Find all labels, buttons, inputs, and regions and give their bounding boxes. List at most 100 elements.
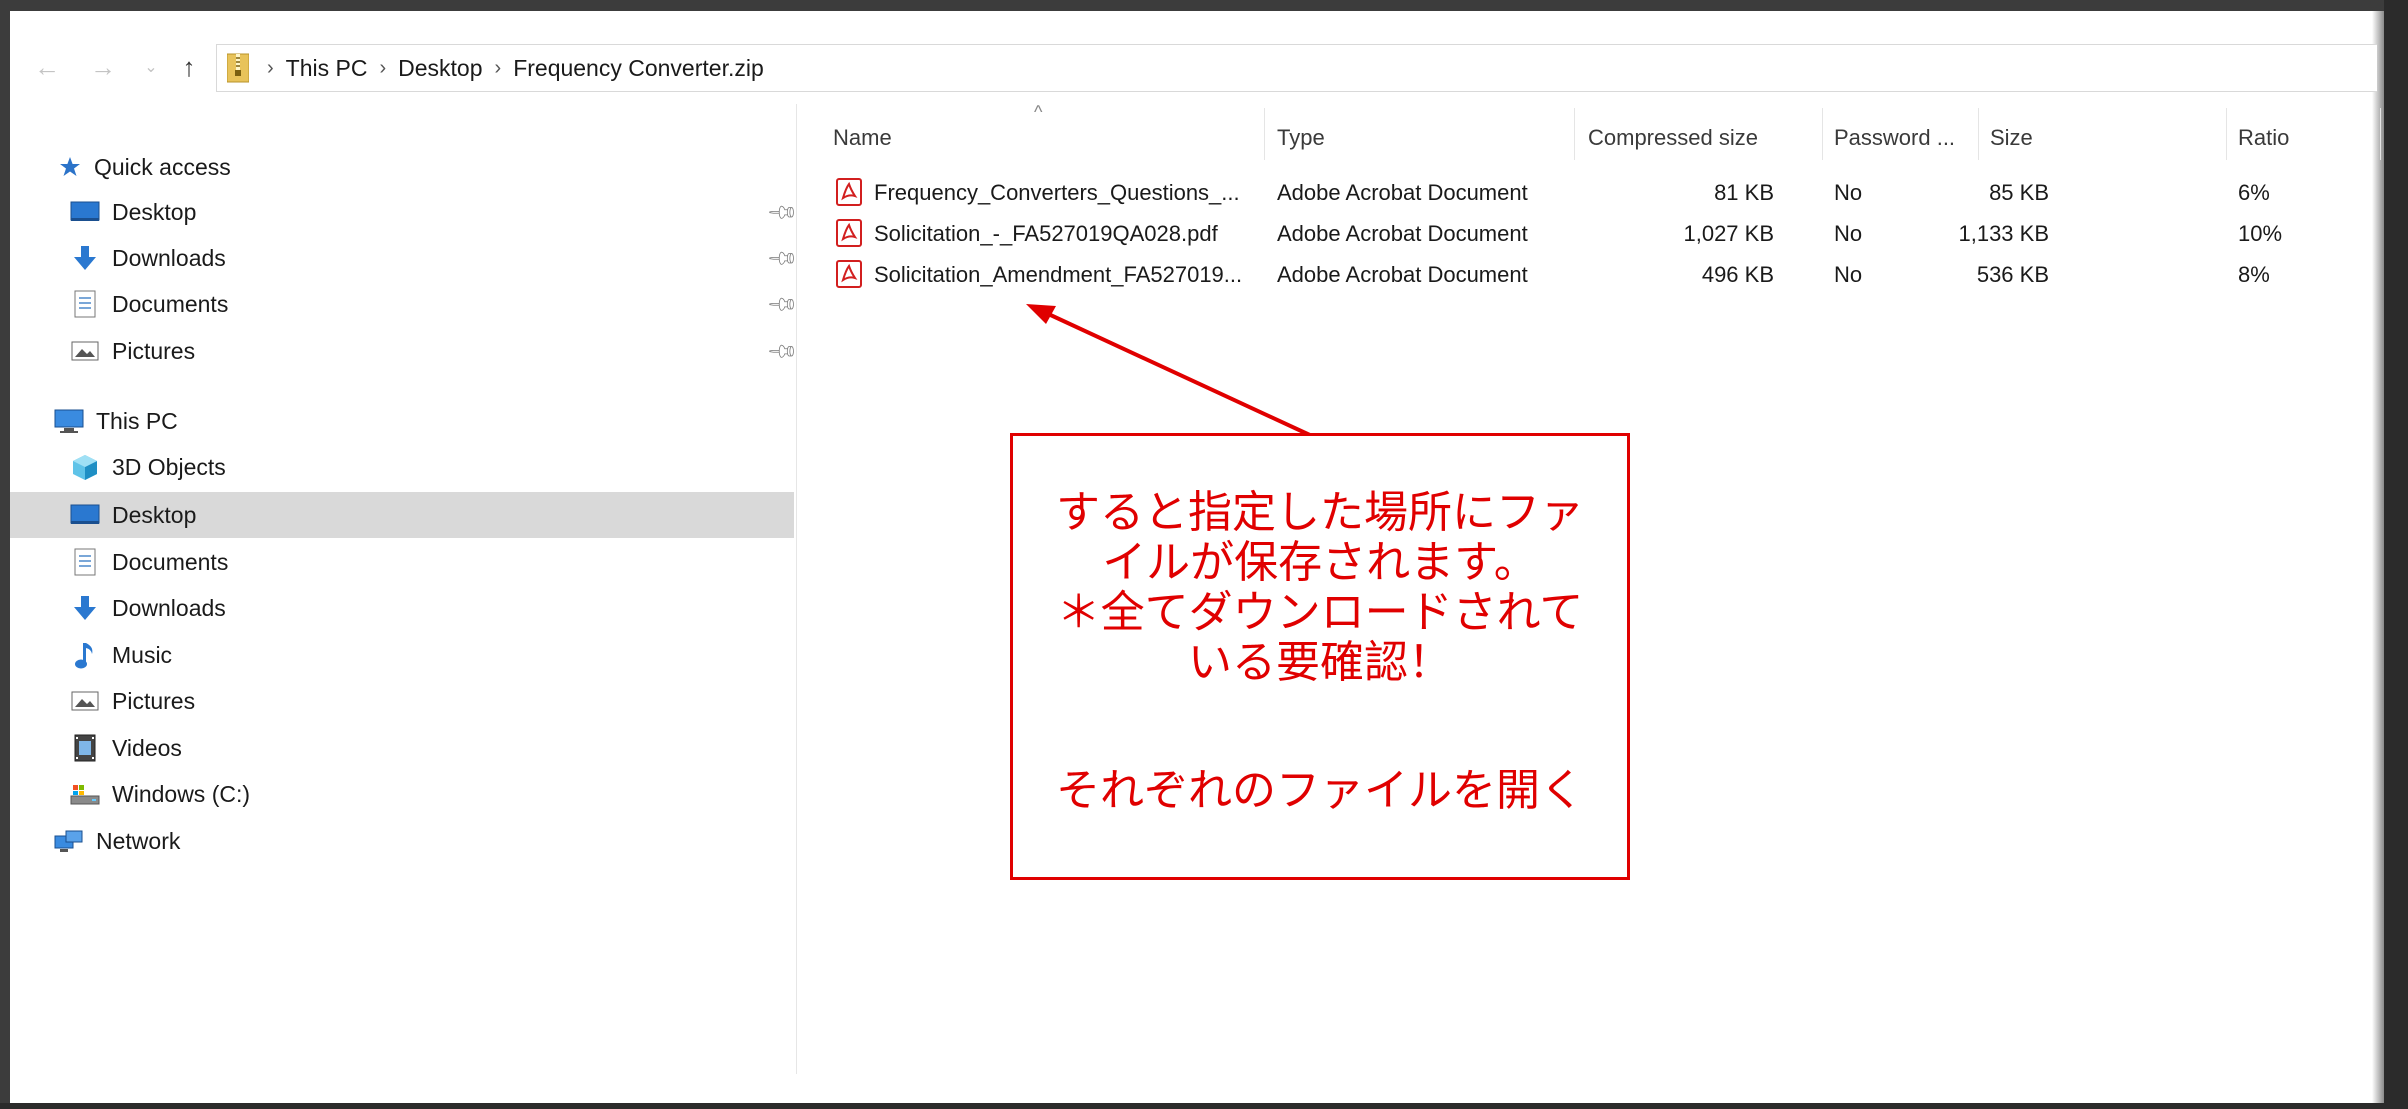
sidebar-item-quick-desktop[interactable]: Desktop	[70, 191, 196, 233]
annotation-line: いる要確認！	[1188, 637, 1452, 688]
download-icon	[70, 243, 100, 273]
window-frame-left	[0, 0, 10, 1109]
column-header-name[interactable]: Name	[833, 118, 892, 158]
sidebar-item-label: This PC	[96, 407, 178, 434]
sidebar-item-label: Desktop	[112, 501, 197, 528]
file-name: Solicitation_-_FA527019QA028.pdf	[874, 221, 1218, 246]
window-frame-bottom	[0, 1103, 2408, 1109]
download-icon	[70, 593, 100, 623]
column-header-password[interactable]: Password ...	[1834, 118, 1955, 158]
column-separator[interactable]	[1822, 108, 1823, 160]
annotation-line: イルが保存されます。	[1102, 537, 1538, 588]
file-password: No	[1834, 180, 1863, 205]
pdf-icon	[836, 219, 862, 247]
sidebar-item-label: Quick access	[94, 153, 231, 180]
sidebar-item-this-pc[interactable]: This PC	[54, 400, 178, 442]
navigation-pane: Quick access Desktop 📌︎ Downloads 📌︎ Doc…	[10, 140, 799, 1060]
file-row[interactable]: Solicitation_Amendment_FA527019... Adobe…	[836, 256, 2356, 292]
sidebar-item-music[interactable]: Music	[70, 634, 172, 676]
desktop-icon	[70, 500, 100, 530]
breadcrumb-desktop[interactable]: Desktop	[398, 55, 482, 82]
sidebar-item-label: Network	[96, 827, 181, 854]
sidebar-item-documents[interactable]: Documents	[70, 541, 228, 583]
address-bar[interactable]: › This PC › Desktop › Frequency Converte…	[216, 44, 2377, 92]
sidebar-item-label: Music	[112, 641, 173, 668]
documents-icon	[70, 547, 100, 577]
annotation-line: すると指定した場所にファ	[1056, 487, 1584, 538]
sidebar-item-label: Pictures	[112, 337, 196, 364]
music-note-icon	[70, 640, 100, 670]
up-arrow-icon[interactable]: ↑	[172, 50, 206, 84]
sidebar-item-videos[interactable]: Videos	[70, 727, 182, 769]
column-separator[interactable]	[1978, 108, 1979, 160]
file-compressed-size: 1,027 KB	[1683, 221, 1774, 246]
annotation-callout: すると指定した場所にファ イルが保存されます。 ＊全てダウンロードされて いる要…	[1010, 433, 1630, 880]
file-ratio: 6%	[2238, 180, 2270, 205]
computer-icon	[54, 406, 84, 436]
window-frame-top	[0, 0, 2408, 11]
documents-icon	[70, 289, 100, 319]
sidebar-item-label: Desktop	[112, 198, 197, 225]
network-icon	[54, 826, 84, 856]
pictures-icon	[70, 336, 100, 366]
file-type: Adobe Acrobat Document	[1277, 180, 1528, 205]
window-frame-shadow	[2372, 11, 2384, 1103]
file-password: No	[1834, 262, 1863, 287]
drive-icon	[70, 779, 100, 809]
file-name: Frequency_Converters_Questions_...	[874, 180, 1240, 205]
sidebar-item-label: 3D Objects	[112, 453, 226, 480]
column-separator[interactable]	[1574, 108, 1575, 160]
zip-folder-icon	[226, 52, 250, 84]
file-compressed-size: 81 KB	[1714, 180, 1774, 205]
window-frame-right	[2384, 0, 2408, 1109]
column-header-size[interactable]: Size	[1990, 118, 2033, 158]
file-size: 1,133 KB	[1958, 221, 2049, 246]
sidebar-item-desktop[interactable]: Desktop	[70, 494, 196, 536]
video-icon	[70, 733, 100, 763]
column-separator[interactable]	[2226, 108, 2227, 160]
sidebar-item-pictures[interactable]: Pictures	[70, 680, 195, 722]
file-row[interactable]: Solicitation_-_FA527019QA028.pdf Adobe A…	[836, 215, 2356, 251]
file-compressed-size: 496 KB	[1701, 262, 1774, 287]
desktop-icon	[70, 197, 100, 227]
sidebar-item-label: Windows (C:)	[112, 780, 251, 807]
annotation-line: ＊全てダウンロードされて	[1056, 587, 1584, 638]
back-arrow-icon[interactable]: ←	[30, 50, 64, 84]
sidebar-item-network[interactable]: Network	[54, 820, 180, 862]
sidebar-item-windows-c[interactable]: Windows (C:)	[70, 773, 250, 815]
pane-divider[interactable]	[796, 104, 797, 1074]
file-row[interactable]: Frequency_Converters_Questions_... Adobe…	[836, 174, 2356, 210]
file-type: Adobe Acrobat Document	[1277, 221, 1528, 246]
cube-icon	[70, 452, 100, 482]
column-header-type[interactable]: Type	[1277, 118, 1325, 158]
sidebar-item-label: Pictures	[112, 687, 196, 714]
forward-arrow-icon[interactable]: →	[86, 50, 120, 84]
column-header-ratio[interactable]: Ratio	[2238, 118, 2289, 158]
sidebar-item-3d-objects[interactable]: 3D Objects	[70, 446, 226, 488]
file-password: No	[1834, 221, 1863, 246]
breadcrumb-zip[interactable]: Frequency Converter.zip	[513, 55, 764, 82]
sort-ascending-icon: ^	[1034, 102, 1043, 122]
file-type: Adobe Acrobat Document	[1277, 262, 1528, 287]
sidebar-item-label: Videos	[112, 734, 182, 761]
breadcrumb-separator[interactable]: ›	[379, 57, 386, 80]
column-separator[interactable]	[1264, 108, 1265, 160]
sidebar-item-quick-access[interactable]: Quick access	[58, 146, 231, 188]
file-size: 85 KB	[1989, 180, 2049, 205]
pictures-icon	[70, 686, 100, 716]
sidebar-item-downloads[interactable]: Downloads	[70, 587, 226, 629]
annotation-text: すると指定した場所にファ イルが保存されます。 ＊全てダウンロードされて いる要…	[1013, 488, 1627, 688]
sidebar-item-quick-documents[interactable]: Documents	[70, 283, 228, 325]
annotation-last-line: それぞれのファイルを開く	[1056, 765, 1584, 816]
column-header-compressed-size[interactable]: Compressed size	[1588, 118, 1758, 158]
sidebar-item-quick-pictures[interactable]: Pictures	[70, 330, 195, 372]
breadcrumb-separator[interactable]: ›	[267, 57, 274, 80]
chevron-down-icon[interactable]: ⌄	[134, 50, 168, 84]
column-separator[interactable]	[2380, 108, 2381, 160]
file-ratio: 10%	[2238, 221, 2283, 246]
breadcrumb-separator[interactable]: ›	[495, 57, 502, 80]
sidebar-item-label: Downloads	[112, 244, 226, 271]
breadcrumb-this-pc[interactable]: This PC	[286, 55, 368, 82]
sidebar-item-quick-downloads[interactable]: Downloads	[70, 237, 226, 279]
file-size: 536 KB	[1976, 262, 2049, 287]
